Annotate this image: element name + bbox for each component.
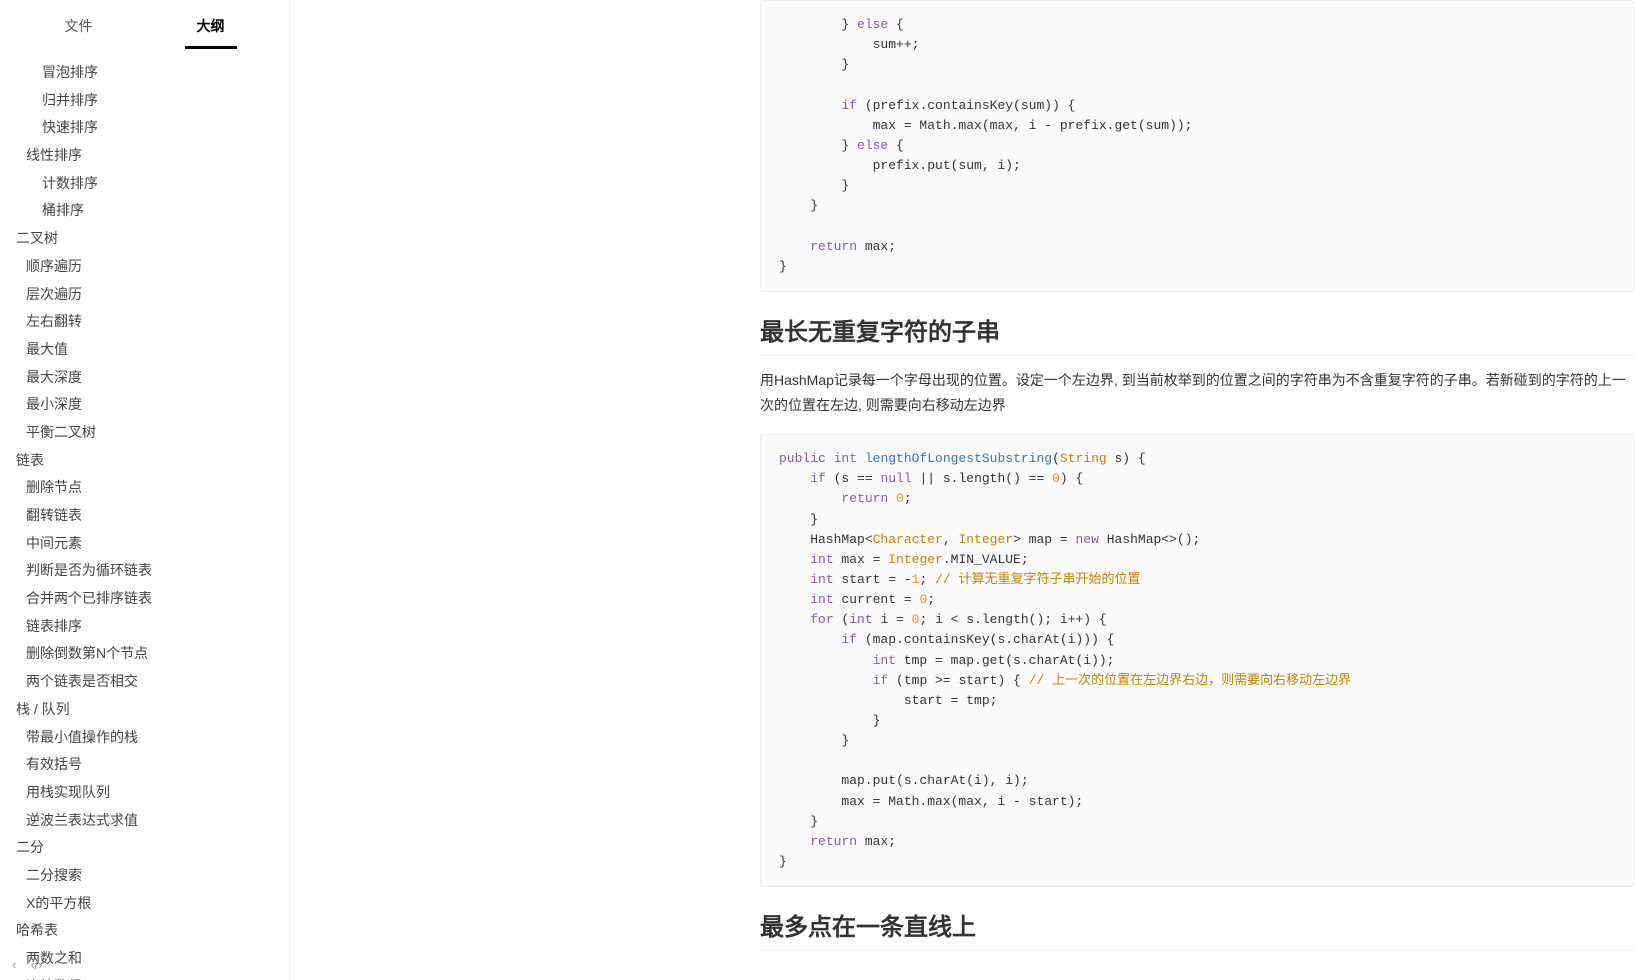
heading-longest-substring: 最长无重复字符的子串 — [760, 312, 1635, 356]
outline-item[interactable]: 删除倒数第N个节点 — [0, 640, 289, 668]
outline-item[interactable]: 归并排序 — [0, 87, 289, 115]
outline-item[interactable]: X的平方根 — [0, 890, 289, 918]
outline-item[interactable]: 两个链表是否相交 — [0, 668, 289, 696]
heading-max-points: 最多点在一条直线上 — [760, 907, 1635, 951]
paragraph-desc: 用HashMap记录每一个字母出现的位置。设定一个左边界, 到当前枚举到的位置之… — [760, 368, 1635, 418]
outline-item[interactable]: 带最小值操作的栈 — [0, 724, 289, 752]
code-icon[interactable]: ‹/› — [30, 957, 42, 972]
bottom-toolbar: ‹ ‹/› — [0, 948, 289, 980]
outline-item[interactable]: 栈 / 队列 — [0, 696, 289, 724]
outline-item[interactable]: 桶排序 — [0, 197, 289, 225]
outline-item[interactable]: 计数排序 — [0, 170, 289, 198]
outline-item[interactable]: 有效括号 — [0, 751, 289, 779]
outline-item[interactable]: 链表排序 — [0, 613, 289, 641]
outline-item[interactable]: 二分 — [0, 834, 289, 862]
outline-item[interactable]: 合并两个已排序链表 — [0, 585, 289, 613]
outline-item[interactable]: 冒泡排序 — [0, 59, 289, 87]
outline-item[interactable]: 二叉树 — [0, 225, 289, 253]
outline-item[interactable]: 逆波兰表达式求值 — [0, 807, 289, 835]
tab-file[interactable]: 文件 — [53, 10, 105, 49]
code-block-1[interactable]: } else { sum++; } if (prefix.containsKey… — [760, 0, 1635, 292]
outline-item[interactable]: 最大值 — [0, 336, 289, 364]
outline-item[interactable]: 层次遍历 — [0, 281, 289, 309]
outline-item[interactable]: 翻转链表 — [0, 502, 289, 530]
outline-item[interactable]: 用栈实现队列 — [0, 779, 289, 807]
outline-item[interactable]: 线性排序 — [0, 142, 289, 170]
app-root: 文件 大纲 冒泡排序归并排序快速排序线性排序计数排序桶排序二叉树顺序遍历层次遍历… — [0, 0, 1635, 980]
back-icon[interactable]: ‹ — [12, 957, 16, 972]
outline-item[interactable]: 删除节点 — [0, 474, 289, 502]
sidebar: 文件 大纲 冒泡排序归并排序快速排序线性排序计数排序桶排序二叉树顺序遍历层次遍历… — [0, 0, 290, 980]
tab-bar: 文件 大纲 — [0, 0, 289, 49]
outline-item[interactable]: 最小深度 — [0, 391, 289, 419]
outline-item[interactable]: 左右翻转 — [0, 308, 289, 336]
outline-item[interactable]: 判断是否为循环链表 — [0, 557, 289, 585]
code-block-2[interactable]: public int lengthOfLongestSubstring(Stri… — [760, 434, 1635, 887]
outline-item[interactable]: 哈希表 — [0, 917, 289, 945]
outline-item[interactable]: 中间元素 — [0, 530, 289, 558]
outline-item[interactable]: 最大深度 — [0, 364, 289, 392]
outline-item[interactable]: 平衡二叉树 — [0, 419, 289, 447]
outline-item[interactable]: 链表 — [0, 447, 289, 475]
main-content[interactable]: } else { sum++; } if (prefix.containsKey… — [290, 0, 1635, 980]
outline-item[interactable]: 快速排序 — [0, 114, 289, 142]
outline-item[interactable]: 顺序遍历 — [0, 253, 289, 281]
outline-item[interactable]: 二分搜索 — [0, 862, 289, 890]
tab-outline[interactable]: 大纲 — [185, 10, 237, 49]
outline-list[interactable]: 冒泡排序归并排序快速排序线性排序计数排序桶排序二叉树顺序遍历层次遍历左右翻转最大… — [0, 49, 289, 980]
